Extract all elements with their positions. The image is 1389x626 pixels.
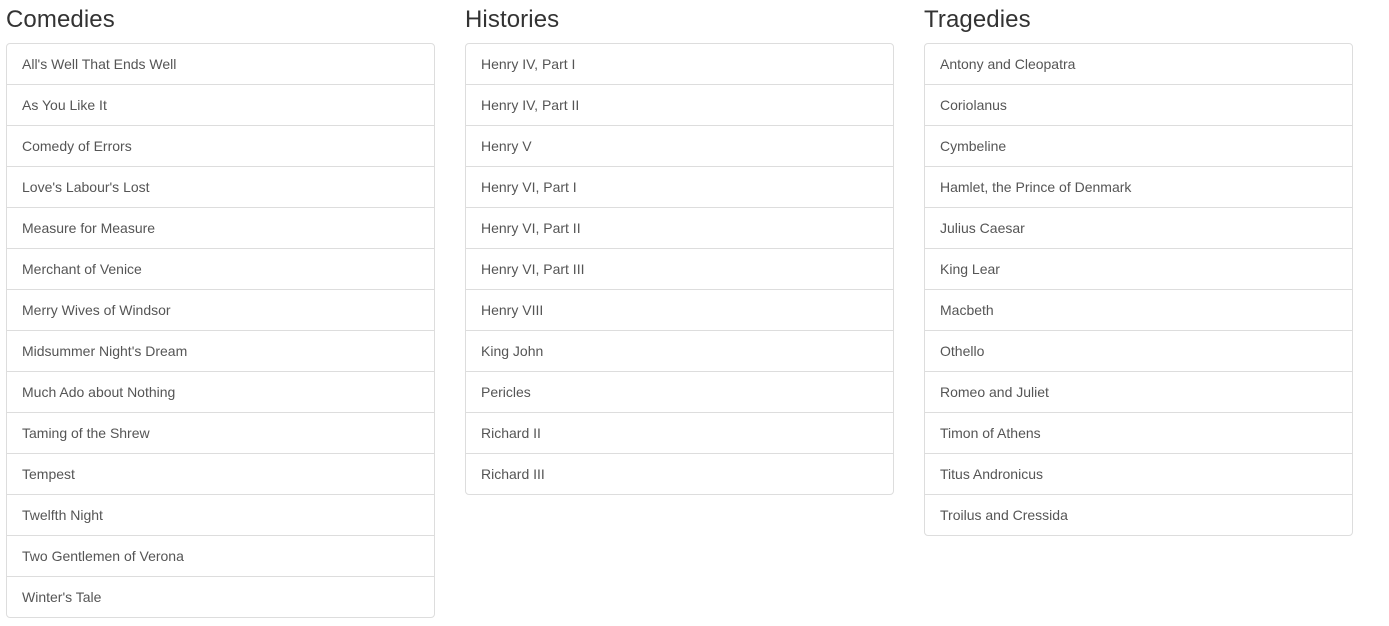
column-title-comedies: Comedies xyxy=(6,6,115,33)
column-comedies: Comedies All's Well That Ends Well As You… xyxy=(6,0,435,618)
play-list-item[interactable]: Othello xyxy=(925,330,1352,371)
play-list-item[interactable]: Richard II xyxy=(466,412,893,453)
play-list-item[interactable]: Henry VI, Part III xyxy=(466,248,893,289)
play-list-item[interactable]: Tempest xyxy=(7,453,434,494)
column-title-histories: Histories xyxy=(465,6,560,33)
play-list-item[interactable]: Two Gentlemen of Verona xyxy=(7,535,434,576)
play-list-item[interactable]: Merchant of Venice xyxy=(7,248,434,289)
play-list-item[interactable]: Taming of the Shrew xyxy=(7,412,434,453)
play-list-item[interactable]: Twelfth Night xyxy=(7,494,434,535)
play-list-item[interactable]: Pericles xyxy=(466,371,893,412)
play-list-tragedies: Antony and Cleopatra Coriolanus Cymbeline H… xyxy=(924,43,1353,536)
play-list-item[interactable]: Troilus and Cressida xyxy=(925,494,1352,535)
play-list-item[interactable]: Coriolanus xyxy=(925,84,1352,125)
play-list-item[interactable]: Midsummer Night's Dream xyxy=(7,330,434,371)
play-list-item[interactable]: King John xyxy=(466,330,893,371)
play-list-item[interactable]: Macbeth xyxy=(925,289,1352,330)
play-list-comedies: All's Well That Ends Well As You Like It C… xyxy=(6,43,435,618)
play-list-item[interactable]: Antony and Cleopatra xyxy=(925,44,1352,84)
play-list-item[interactable]: Timon of Athens xyxy=(925,412,1352,453)
play-list-item[interactable]: Comedy of Errors xyxy=(7,125,434,166)
column-tragedies: Tragedies Antony and Cleopatra Coriolanus… xyxy=(924,0,1353,618)
play-list-item[interactable]: King Lear xyxy=(925,248,1352,289)
play-list-item[interactable]: Henry VIII xyxy=(466,289,893,330)
play-list-item[interactable]: Hamlet, the Prince of Denmark xyxy=(925,166,1352,207)
play-list-item[interactable]: Love's Labour's Lost xyxy=(7,166,434,207)
play-list-item[interactable]: Henry IV, Part II xyxy=(466,84,893,125)
play-list-item[interactable]: Winter's Tale xyxy=(7,576,434,617)
play-list-item[interactable]: All's Well That Ends Well xyxy=(7,44,434,84)
play-list-histories: Henry IV, Part I Henry IV, Part II Henry V… xyxy=(465,43,894,495)
play-list-item[interactable]: Cymbeline xyxy=(925,125,1352,166)
play-list-item[interactable]: Merry Wives of Windsor xyxy=(7,289,434,330)
play-list-item[interactable]: Romeo and Juliet xyxy=(925,371,1352,412)
play-list-item[interactable]: Much Ado about Nothing xyxy=(7,371,434,412)
play-list-item[interactable]: Richard III xyxy=(466,453,893,494)
play-list-item[interactable]: Measure for Measure xyxy=(7,207,434,248)
column-histories: Histories Henry IV, Part I Henry IV, Part… xyxy=(465,0,894,618)
play-columns: Comedies All's Well That Ends Well As You… xyxy=(6,0,1353,618)
play-list-item[interactable]: Henry VI, Part II xyxy=(466,207,893,248)
column-title-tragedies: Tragedies xyxy=(924,6,1031,33)
play-list-item[interactable]: Henry V xyxy=(466,125,893,166)
play-list-item[interactable]: As You Like It xyxy=(7,84,434,125)
play-list-item[interactable]: Henry IV, Part I xyxy=(466,44,893,84)
play-list-item[interactable]: Julius Caesar xyxy=(925,207,1352,248)
play-list-item[interactable]: Henry VI, Part I xyxy=(466,166,893,207)
play-list-item[interactable]: Titus Andronicus xyxy=(925,453,1352,494)
